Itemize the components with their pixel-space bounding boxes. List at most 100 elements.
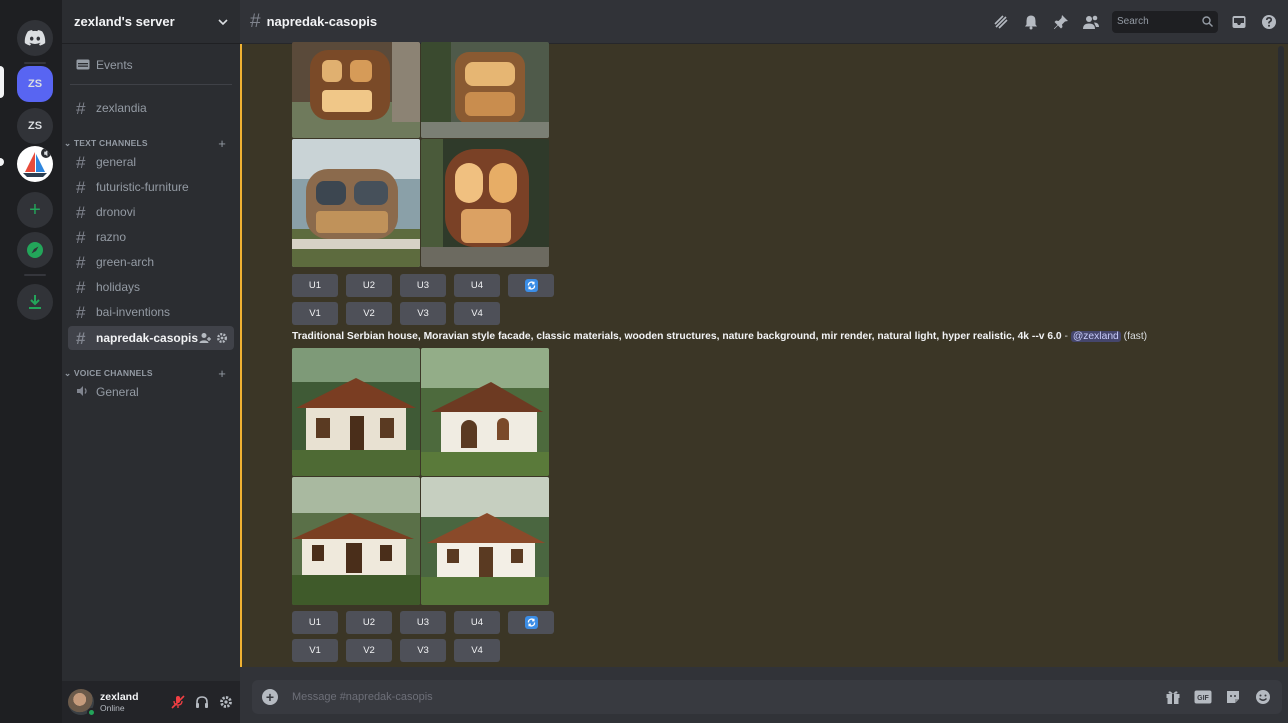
rail-separator [24, 274, 46, 276]
generated-image[interactable] [421, 348, 549, 476]
add-server-icon[interactable]: + [17, 192, 53, 228]
u1-button[interactable]: U1 [292, 611, 338, 634]
image-grid[interactable] [292, 42, 549, 267]
help-icon[interactable] [1260, 13, 1278, 31]
add-member-icon[interactable] [199, 332, 211, 344]
v2-button[interactable]: V2 [346, 639, 392, 662]
message-input[interactable]: + Message #napredak-casopis GIF [252, 680, 1282, 714]
channel-bai-inventions[interactable]: # bai-inventions [68, 300, 234, 324]
generated-image[interactable] [292, 42, 420, 138]
image-grid[interactable] [292, 348, 549, 605]
events-item[interactable]: Events [68, 53, 234, 77]
add-channel-icon[interactable]: + [218, 136, 226, 151]
channel-zexlandia[interactable]: # zexlandia [68, 96, 234, 120]
generated-image[interactable] [421, 139, 549, 267]
calendar-icon [76, 58, 93, 73]
search-input[interactable]: Search [1112, 10, 1218, 33]
channel-general[interactable]: # general [68, 150, 234, 174]
generated-image[interactable] [421, 477, 549, 605]
discord-window: ZS ZS + zexland's server Events # zexlan… [0, 0, 1288, 723]
channel-green-arch[interactable]: # green-arch [68, 250, 234, 274]
channel-header: # napredak-casopis Search [240, 0, 1288, 44]
gif-icon[interactable]: GIF [1194, 688, 1212, 706]
pin-icon[interactable] [1052, 13, 1070, 31]
divider [70, 84, 232, 85]
download-apps-icon[interactable] [17, 284, 53, 320]
speaker-icon [76, 385, 93, 400]
threads-icon[interactable] [992, 13, 1010, 31]
hashtag-icon: # [76, 252, 86, 272]
prompt-text: Traditional Serbian house, Moravian styl… [292, 331, 1062, 342]
reroll-icon [524, 616, 538, 629]
variation-button-row: V1 V2 V3 V4 [292, 639, 500, 662]
channel-razno[interactable]: # razno [68, 225, 234, 249]
settings-gear-icon[interactable] [218, 694, 234, 710]
sticker-icon[interactable] [1224, 688, 1242, 706]
v3-button[interactable]: V3 [400, 302, 446, 325]
u2-button[interactable]: U2 [346, 611, 392, 634]
sailboat-server-icon[interactable] [17, 146, 53, 182]
v2-button[interactable]: V2 [346, 302, 392, 325]
user-status: Online [100, 703, 125, 713]
hashtag-icon: # [76, 328, 86, 348]
hashtag-icon: # [76, 227, 86, 247]
username: zexland [100, 691, 139, 703]
user-panel: zexland Online [62, 681, 240, 723]
u1-button[interactable]: U1 [292, 274, 338, 297]
upscale-button-row: U1 U2 U3 U4 [292, 274, 554, 297]
reroll-button[interactable] [508, 611, 554, 634]
channel-dronovi[interactable]: # dronovi [68, 200, 234, 224]
v3-button[interactable]: V3 [400, 639, 446, 662]
u4-button[interactable]: U4 [454, 274, 500, 297]
emoji-icon[interactable] [1254, 688, 1272, 706]
u3-button[interactable]: U3 [400, 611, 446, 634]
hashtag-icon: # [250, 10, 261, 32]
category-voice-channels[interactable]: ⌄ VOICE CHANNELS + [64, 366, 234, 381]
server-icon[interactable]: ZS [17, 108, 53, 144]
explore-compass-icon[interactable] [17, 232, 53, 268]
headphones-icon[interactable] [194, 694, 210, 710]
hashtag-icon: # [76, 177, 86, 197]
reroll-icon [524, 279, 538, 292]
server-icon-active[interactable]: ZS [17, 66, 53, 102]
member-list-icon[interactable] [1082, 13, 1100, 31]
discord-home-icon[interactable] [17, 20, 53, 56]
channel-futuristic-furniture[interactable]: # futuristic-furniture [68, 175, 234, 199]
channel-napredak-casopis[interactable]: # napredak-casopis [68, 326, 234, 350]
v1-button[interactable]: V1 [292, 302, 338, 325]
hashtag-icon: # [76, 98, 86, 118]
variation-button-row: V1 V2 V3 V4 [292, 302, 500, 325]
hashtag-icon: # [76, 152, 86, 172]
voice-channel-general[interactable]: General [68, 380, 234, 404]
u4-button[interactable]: U4 [454, 611, 500, 634]
channel-title: napredak-casopis [266, 14, 378, 29]
gear-icon[interactable] [216, 332, 228, 344]
v4-button[interactable]: V4 [454, 302, 500, 325]
chevron-down-icon [218, 18, 228, 25]
online-status-dot [87, 708, 96, 717]
add-channel-icon[interactable]: + [218, 366, 226, 381]
scrollbar[interactable] [1278, 46, 1284, 662]
v1-button[interactable]: V1 [292, 639, 338, 662]
channel-holidays[interactable]: # holidays [68, 275, 234, 299]
composer-area: + Message #napredak-casopis GIF [240, 667, 1288, 723]
u3-button[interactable]: U3 [400, 274, 446, 297]
inbox-icon[interactable] [1230, 13, 1248, 31]
v4-button[interactable]: V4 [454, 639, 500, 662]
category-text-channels[interactable]: ⌄ TEXT CHANNELS + [64, 136, 234, 151]
generated-image[interactable] [292, 477, 420, 605]
server-header[interactable]: zexland's server [62, 0, 240, 44]
generated-image[interactable] [421, 42, 549, 138]
u2-button[interactable]: U2 [346, 274, 392, 297]
highlight-bar [240, 44, 242, 667]
message-prompt: Traditional Serbian house, Moravian styl… [292, 331, 1148, 342]
attach-plus-icon[interactable]: + [262, 689, 278, 705]
gift-icon[interactable] [1164, 688, 1182, 706]
muted-mic-icon[interactable] [170, 694, 186, 710]
reroll-button[interactable] [508, 274, 554, 297]
generated-image[interactable] [292, 139, 420, 267]
bell-icon[interactable] [1022, 13, 1040, 31]
user-mention[interactable]: @zexland [1070, 331, 1121, 342]
avatar[interactable] [68, 689, 96, 717]
generated-image[interactable] [292, 348, 420, 476]
